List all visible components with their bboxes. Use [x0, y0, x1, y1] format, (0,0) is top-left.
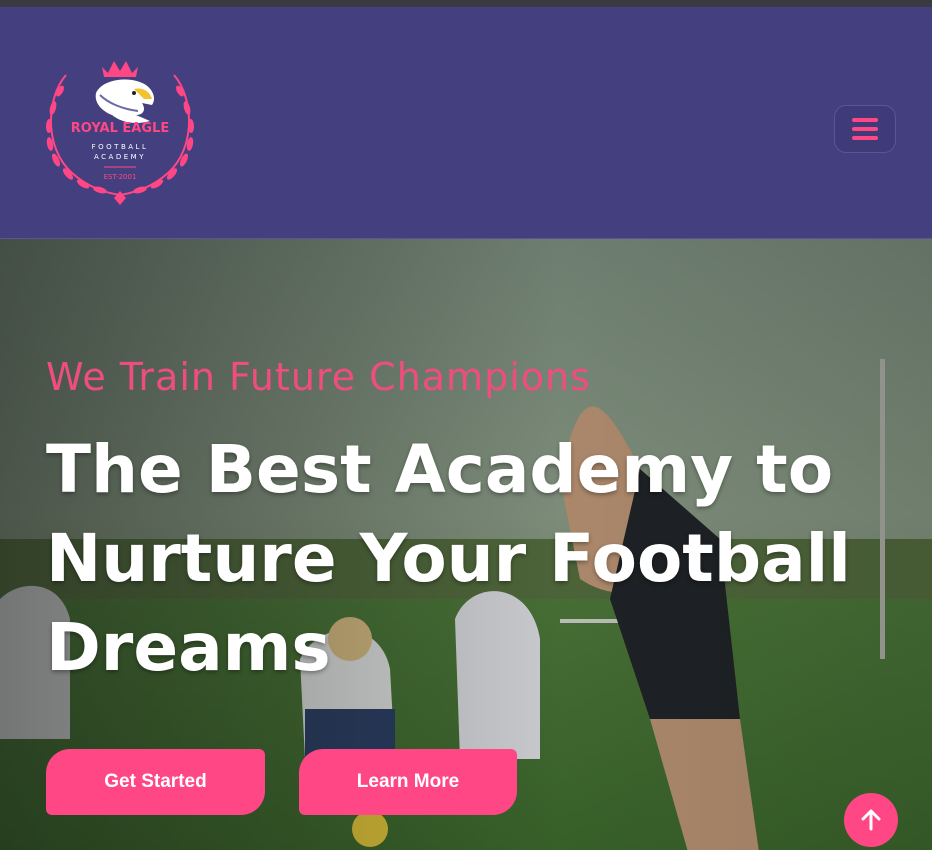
menu-toggle-button[interactable] — [834, 105, 896, 153]
hero-headline: The Best Academy to Nurture Your Footbal… — [46, 431, 851, 686]
academy-logo[interactable]: ROYAL EAGLE FOOTBALL ACADEMY EST-2001 — [38, 53, 202, 205]
logo-established: EST-2001 — [104, 173, 137, 181]
get-started-button[interactable]: Get Started — [46, 749, 265, 815]
logo-line-football: FOOTBALL — [92, 143, 149, 151]
top-strip — [0, 0, 932, 7]
learn-more-button[interactable]: Learn More — [299, 749, 517, 815]
scroll-to-top-button[interactable] — [844, 793, 898, 847]
hamburger-icon — [852, 118, 878, 140]
site-header: ROYAL EAGLE FOOTBALL ACADEMY EST-2001 — [0, 7, 932, 239]
logo-title: ROYAL EAGLE — [71, 121, 169, 136]
eagle-laurel-logo-icon: ROYAL EAGLE FOOTBALL ACADEMY EST-2001 — [45, 61, 195, 205]
logo-line-academy: ACADEMY — [94, 153, 146, 161]
hero-tagline: We Train Future Champions — [46, 355, 591, 399]
arrow-up-icon — [861, 809, 881, 831]
